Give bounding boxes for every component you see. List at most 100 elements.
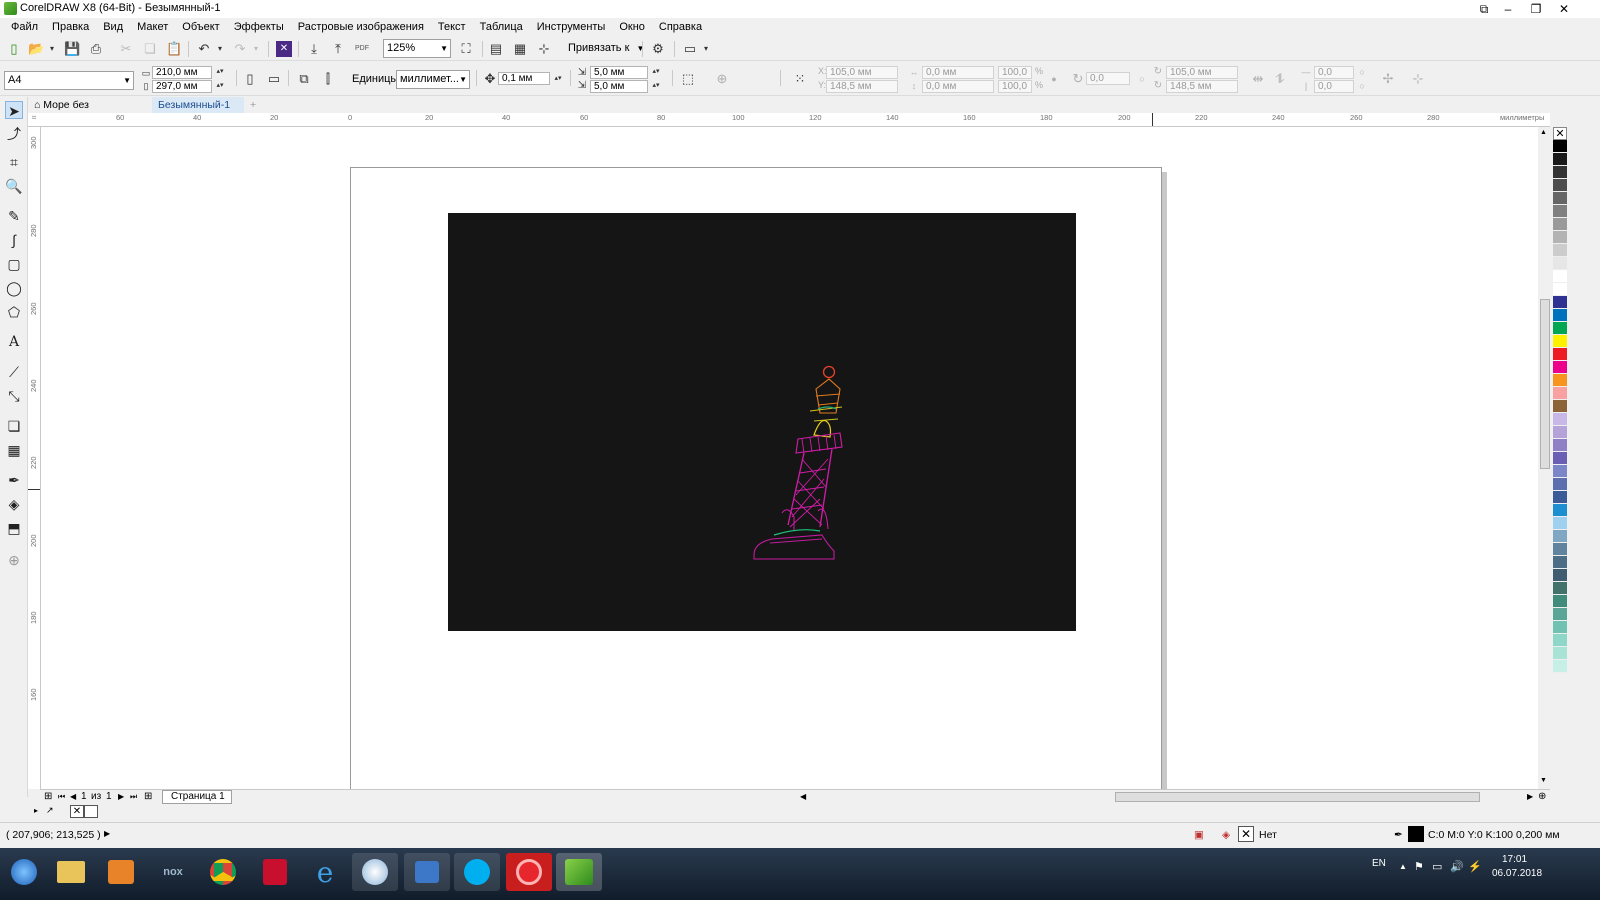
- paint-taskbar-icon[interactable]: [352, 853, 398, 891]
- polygon-tool-icon[interactable]: ⬠: [5, 303, 23, 321]
- palette-swatch[interactable]: [1553, 179, 1567, 192]
- status-expand-icon[interactable]: ▶: [104, 829, 110, 838]
- menu-view[interactable]: Вид: [96, 18, 130, 36]
- connector-tool-icon[interactable]: ⤡: [5, 387, 23, 405]
- palette-swatch[interactable]: [1553, 257, 1567, 270]
- palette-swatch[interactable]: [1553, 647, 1567, 660]
- palette-swatch[interactable]: [1553, 491, 1567, 504]
- full-screen-icon[interactable]: ⛶: [458, 41, 474, 57]
- menu-table[interactable]: Таблица: [473, 18, 530, 36]
- scale-y-field[interactable]: 100,0: [998, 80, 1032, 93]
- palette-swatch[interactable]: [1553, 660, 1567, 673]
- vertical-ruler[interactable]: 300 280 260 240 220 200 180 160: [28, 127, 41, 789]
- outline-color-swatch[interactable]: [1408, 826, 1424, 842]
- smart-fill-icon[interactable]: ⬒: [5, 519, 23, 537]
- tab-more-bez-solntsa[interactable]: ⌂ Море без солнца.cdr: [28, 97, 148, 127]
- menu-help[interactable]: Справка: [652, 18, 709, 36]
- palette-swatch[interactable]: [1553, 322, 1567, 335]
- media-player-taskbar-icon[interactable]: [98, 853, 144, 891]
- palette-swatch[interactable]: [1553, 374, 1567, 387]
- network-icon[interactable]: ▭: [1432, 860, 1442, 873]
- portrait-icon[interactable]: ▯: [242, 71, 258, 87]
- center-x-field[interactable]: 105,0 мм: [1166, 66, 1238, 79]
- new-document-icon[interactable]: ▯: [6, 41, 22, 57]
- palette-swatch[interactable]: [1553, 153, 1567, 166]
- minimize-button[interactable]: –: [1494, 0, 1522, 18]
- page-width-field[interactable]: 210,0 мм: [152, 66, 212, 79]
- scale-x-field[interactable]: 100,0: [998, 66, 1032, 79]
- rotation-angle-field[interactable]: 0,0: [1086, 72, 1130, 85]
- close-button[interactable]: ✕: [1550, 0, 1578, 18]
- palette-swatch[interactable]: [1553, 452, 1567, 465]
- palette-swatch[interactable]: [1553, 413, 1567, 426]
- palette-menu-icon[interactable]: ▸: [34, 806, 38, 815]
- black-background-rectangle[interactable]: [448, 213, 1076, 631]
- palette-swatch[interactable]: [1553, 517, 1567, 530]
- palette-swatch[interactable]: [1553, 595, 1567, 608]
- palette-edit-icon[interactable]: ↗: [46, 805, 54, 816]
- crop-tool-icon[interactable]: ⌗: [5, 153, 23, 171]
- add-page-icon[interactable]: ⊞: [44, 790, 52, 804]
- color-proof-icon[interactable]: ▣: [1194, 829, 1204, 841]
- volume-icon[interactable]: 🔊: [1450, 860, 1464, 873]
- zoom-tool-icon[interactable]: 🔍: [5, 177, 23, 195]
- last-page-icon[interactable]: ⏭: [130, 790, 137, 804]
- first-page-icon[interactable]: ⏮: [58, 790, 65, 804]
- no-color-swatch[interactable]: ✕: [1553, 127, 1567, 140]
- duplicate-x-field[interactable]: 5,0 мм: [590, 66, 648, 79]
- ie-taskbar-icon[interactable]: e: [302, 853, 348, 891]
- vertical-scrollbar[interactable]: ▲ ▼: [1538, 127, 1552, 789]
- start-button[interactable]: [2, 853, 46, 891]
- palette-swatch[interactable]: [1553, 426, 1567, 439]
- acrobat-taskbar-icon[interactable]: [252, 853, 298, 891]
- white-swatch[interactable]: [84, 805, 98, 818]
- rulers-toggle-icon[interactable]: ▤: [488, 41, 504, 57]
- freehand-tool-icon[interactable]: ✎: [5, 207, 23, 225]
- position-y-field[interactable]: 148,5 мм: [826, 80, 898, 93]
- palette-swatch[interactable]: [1553, 231, 1567, 244]
- clock-date[interactable]: 06.07.2018: [1492, 868, 1542, 879]
- transparency-tool-icon[interactable]: ▦: [5, 441, 23, 459]
- explorer-taskbar-icon[interactable]: [48, 853, 94, 891]
- horizontal-ruler[interactable]: 60 40 20 0 20 40 60 80 100 120 140 160 1…: [40, 113, 1550, 127]
- zoom-navigator-icon[interactable]: ⊕: [1538, 790, 1546, 804]
- search-content-icon[interactable]: ✕: [276, 41, 292, 57]
- color-eyedropper-icon[interactable]: ✒: [5, 471, 23, 489]
- maximize-button[interactable]: ❐: [1522, 0, 1550, 18]
- menu-file[interactable]: Файл: [4, 18, 45, 36]
- menu-tools[interactable]: Инструменты: [530, 18, 613, 36]
- duplicate-y-field[interactable]: 5,0 мм: [590, 80, 648, 93]
- page-height-field[interactable]: 297,0 мм: [152, 80, 212, 93]
- scroll-down-icon[interactable]: ▼: [1540, 777, 1547, 784]
- paste-icon[interactable]: 📋: [166, 41, 182, 57]
- palette-swatch[interactable]: [1553, 608, 1567, 621]
- palette-swatch[interactable]: [1553, 400, 1567, 413]
- palette-swatch[interactable]: [1553, 504, 1567, 517]
- object-origin-icon[interactable]: ⁙: [792, 71, 808, 87]
- menu-layout[interactable]: Макет: [130, 18, 175, 36]
- coreldraw-taskbar-icon[interactable]: [556, 853, 602, 891]
- no-color-swatch[interactable]: ✕: [70, 805, 84, 818]
- interactive-fill-icon[interactable]: ◈: [5, 495, 23, 513]
- tab-bezymyannyi-1[interactable]: Безымянный-1: [152, 97, 244, 113]
- palette-swatch[interactable]: [1553, 361, 1567, 374]
- add-page-after-icon[interactable]: ⊞: [144, 790, 152, 804]
- action-center-icon[interactable]: ⚑: [1414, 860, 1424, 873]
- clock-time[interactable]: 17:01: [1502, 854, 1527, 865]
- palette-swatch[interactable]: [1553, 582, 1567, 595]
- save-icon[interactable]: 💾: [64, 41, 80, 57]
- ellipse-tool-icon[interactable]: ◯: [5, 279, 23, 297]
- scroll-right-icon[interactable]: ▶: [1527, 790, 1533, 804]
- opera-taskbar-icon[interactable]: [506, 853, 552, 891]
- palette-swatch[interactable]: [1553, 140, 1567, 153]
- open-folder-icon[interactable]: 📂: [28, 41, 44, 57]
- palette-swatch[interactable]: [1553, 335, 1567, 348]
- undo-dropdown-icon[interactable]: ▾: [212, 41, 228, 57]
- export-icon[interactable]: ⤒: [330, 41, 346, 57]
- launcher-dropdown-icon[interactable]: ▾: [698, 41, 714, 57]
- center-y-field[interactable]: 148,5 мм: [1166, 80, 1238, 93]
- prev-page-icon[interactable]: ◀: [70, 790, 76, 804]
- palette-swatch[interactable]: [1553, 478, 1567, 491]
- pick-tool-icon[interactable]: ➤: [5, 101, 23, 119]
- tray-expand-icon[interactable]: ▲: [1399, 862, 1407, 871]
